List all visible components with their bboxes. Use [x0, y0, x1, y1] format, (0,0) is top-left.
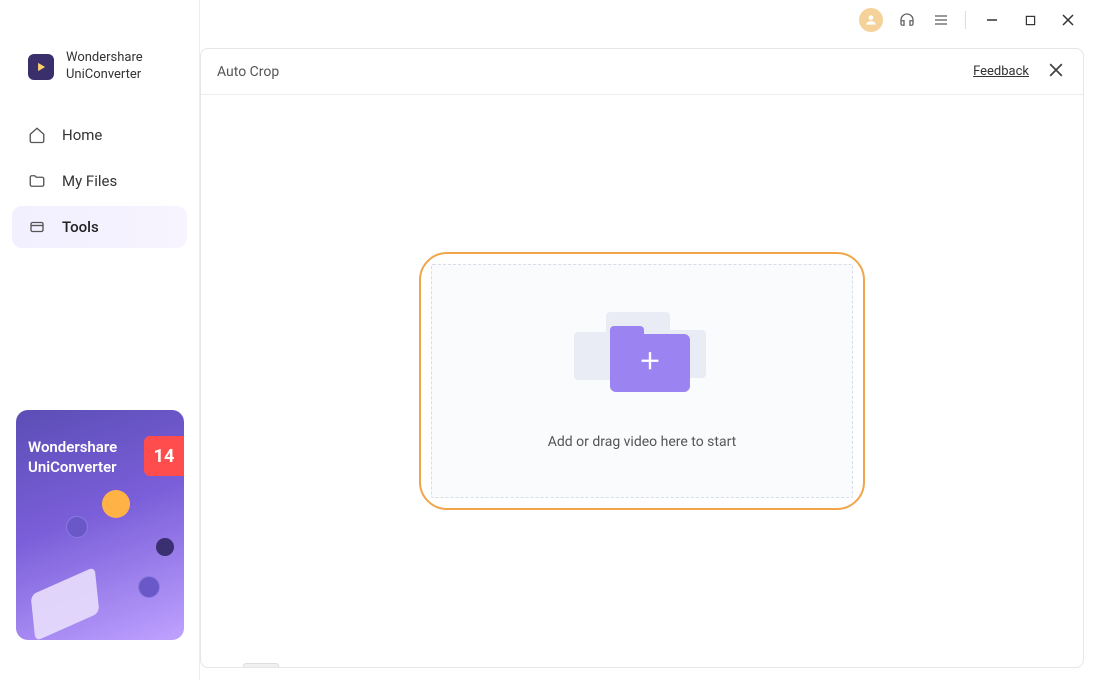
- nav: Home My Files Tools: [0, 104, 199, 258]
- maximize-icon: [1025, 15, 1036, 26]
- close-window-button[interactable]: [1052, 6, 1084, 34]
- feedback-link[interactable]: Feedback: [973, 64, 1029, 79]
- app-name-line1: Wondershare: [66, 50, 143, 67]
- sidebar-item-tools[interactable]: Tools: [12, 206, 187, 248]
- menu-button[interactable]: [927, 6, 955, 34]
- promo-card[interactable]: Wondershare UniConverter 14: [16, 410, 184, 640]
- home-icon: [28, 126, 46, 144]
- titlebar: [859, 0, 1096, 40]
- minimize-button[interactable]: [976, 6, 1008, 34]
- close-icon: [1062, 14, 1074, 26]
- panel-title: Auto Crop: [217, 64, 279, 80]
- tool-item-video-stabilization[interactable]: Video Stabilization: [243, 663, 411, 668]
- sidebar: Wondershare UniConverter Home My Files T…: [0, 0, 200, 680]
- folder-icon: [28, 172, 46, 190]
- dropzone-inner: ＋ Add or drag video here to start: [431, 264, 853, 498]
- dropzone-art: ＋: [572, 312, 712, 402]
- support-button[interactable]: [893, 6, 921, 34]
- sidebar-item-label: My Files: [62, 172, 117, 190]
- maximize-button[interactable]: [1014, 6, 1046, 34]
- app-name-line2: UniConverter: [66, 67, 143, 84]
- sidebar-item-myfiles[interactable]: My Files: [12, 160, 187, 202]
- sidebar-item-label: Tools: [62, 218, 99, 236]
- panel-auto-crop: Auto Crop Feedback ＋ Add or drag video h: [200, 48, 1084, 668]
- add-folder-icon: ＋: [610, 334, 690, 392]
- dropzone-text: Add or drag video here to start: [548, 434, 737, 450]
- user-avatar[interactable]: [859, 8, 883, 32]
- sidebar-item-label: Home: [62, 126, 102, 144]
- decorative-dot: [138, 576, 160, 598]
- decorative-dot: [156, 538, 174, 556]
- panel-header: Auto Crop Feedback: [201, 49, 1083, 95]
- user-icon: [864, 13, 878, 27]
- decorative-dot: [66, 516, 88, 538]
- tools-icon: [28, 218, 46, 236]
- divider: [965, 11, 966, 29]
- tool-item-label: Video Stabilization: [295, 667, 411, 668]
- minimize-icon: [986, 14, 998, 26]
- decorative-shape: [31, 567, 100, 640]
- video-stabilization-icon: [243, 663, 279, 668]
- app-name: Wondershare UniConverter: [66, 50, 143, 84]
- panel-close-button[interactable]: [1045, 58, 1067, 85]
- dropzone[interactable]: ＋ Add or drag video here to start: [419, 252, 865, 510]
- hamburger-icon: [933, 12, 949, 28]
- close-icon: [1049, 63, 1063, 77]
- sidebar-item-home[interactable]: Home: [12, 114, 187, 156]
- play-icon: [34, 60, 48, 74]
- panel-body: ＋ Add or drag video here to start: [201, 95, 1083, 667]
- decorative-dot: [102, 490, 130, 518]
- promo-badge: 14: [144, 436, 184, 476]
- headset-icon: [898, 11, 916, 29]
- logo-icon: [28, 54, 54, 80]
- promo-title: Wondershare UniConverter: [28, 438, 117, 477]
- app-logo: Wondershare UniConverter: [0, 44, 199, 104]
- main: Auto Crop Feedback ＋ Add or drag video h: [200, 40, 1084, 668]
- plus-icon: ＋: [639, 352, 661, 374]
